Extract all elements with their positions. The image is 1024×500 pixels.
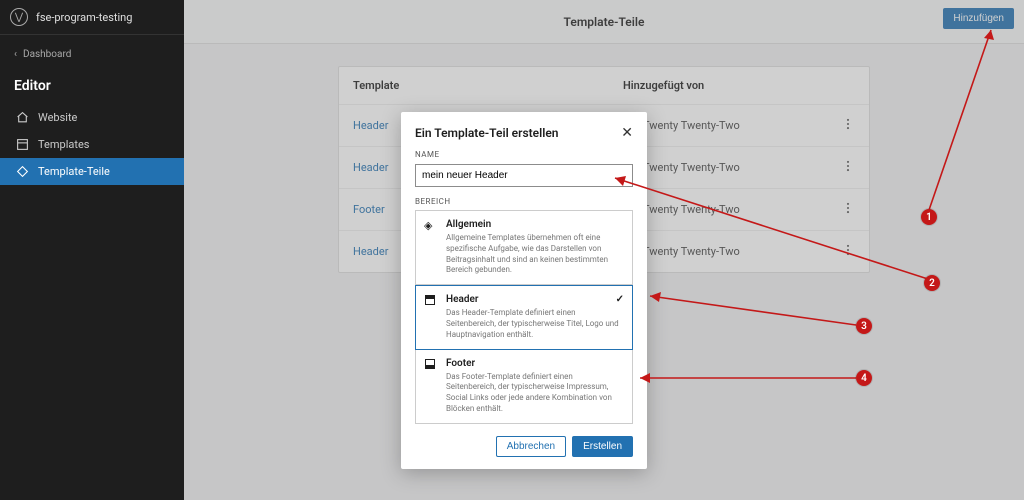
area-option-header[interactable]: Header ✓ Das Header-Template definiert e… (415, 285, 633, 349)
wp-logo-icon: ⋁ (10, 8, 28, 26)
layout-icon (14, 138, 30, 151)
name-field-label: NAME (415, 150, 633, 159)
sidebar-item-template-parts[interactable]: Template-Teile (0, 158, 184, 185)
back-label: Dashboard (23, 49, 71, 60)
check-icon: ✓ (616, 294, 624, 305)
sidebar-item-website[interactable]: Website (0, 104, 184, 131)
admin-sidebar: ⋁ fse-program-testing ‹ Dashboard Editor… (0, 0, 184, 500)
diamond-icon (14, 165, 30, 178)
home-icon (14, 111, 30, 124)
sidebar-item-label: Template-Teile (38, 165, 110, 178)
area-option-general[interactable]: ◈ Allgemein Allgemeine Templates überneh… (415, 210, 633, 285)
footer-area-icon (424, 358, 440, 415)
modal-title: Ein Template-Teil erstellen (415, 126, 559, 140)
header-area-icon (424, 294, 440, 340)
name-input[interactable] (415, 164, 633, 187)
create-template-part-modal: Ein Template-Teil erstellen ✕ NAME BEREI… (401, 112, 647, 469)
annotation-marker-2: 2 (924, 275, 940, 291)
site-name: fse-program-testing (36, 11, 132, 24)
sidebar-item-label: Website (38, 111, 77, 124)
cancel-button[interactable]: Abbrechen (496, 436, 566, 457)
annotation-marker-4: 4 (856, 370, 872, 386)
chevron-left-icon: ‹ (14, 49, 17, 60)
area-field-label: BEREICH (415, 197, 633, 206)
general-area-icon: ◈ (424, 219, 440, 276)
back-to-dashboard[interactable]: ‹ Dashboard (0, 35, 184, 66)
area-option-footer[interactable]: Footer Das Footer-Template definiert ein… (415, 350, 633, 424)
create-button[interactable]: Erstellen (572, 436, 633, 457)
close-icon[interactable]: ✕ (621, 126, 633, 140)
annotation-marker-1: 1 (921, 209, 937, 225)
sidebar-heading: Editor (0, 66, 184, 104)
annotation-marker-3: 3 (856, 318, 872, 334)
sidebar-item-templates[interactable]: Templates (0, 131, 184, 158)
site-switcher[interactable]: ⋁ fse-program-testing (0, 0, 184, 35)
sidebar-item-label: Templates (38, 138, 89, 151)
